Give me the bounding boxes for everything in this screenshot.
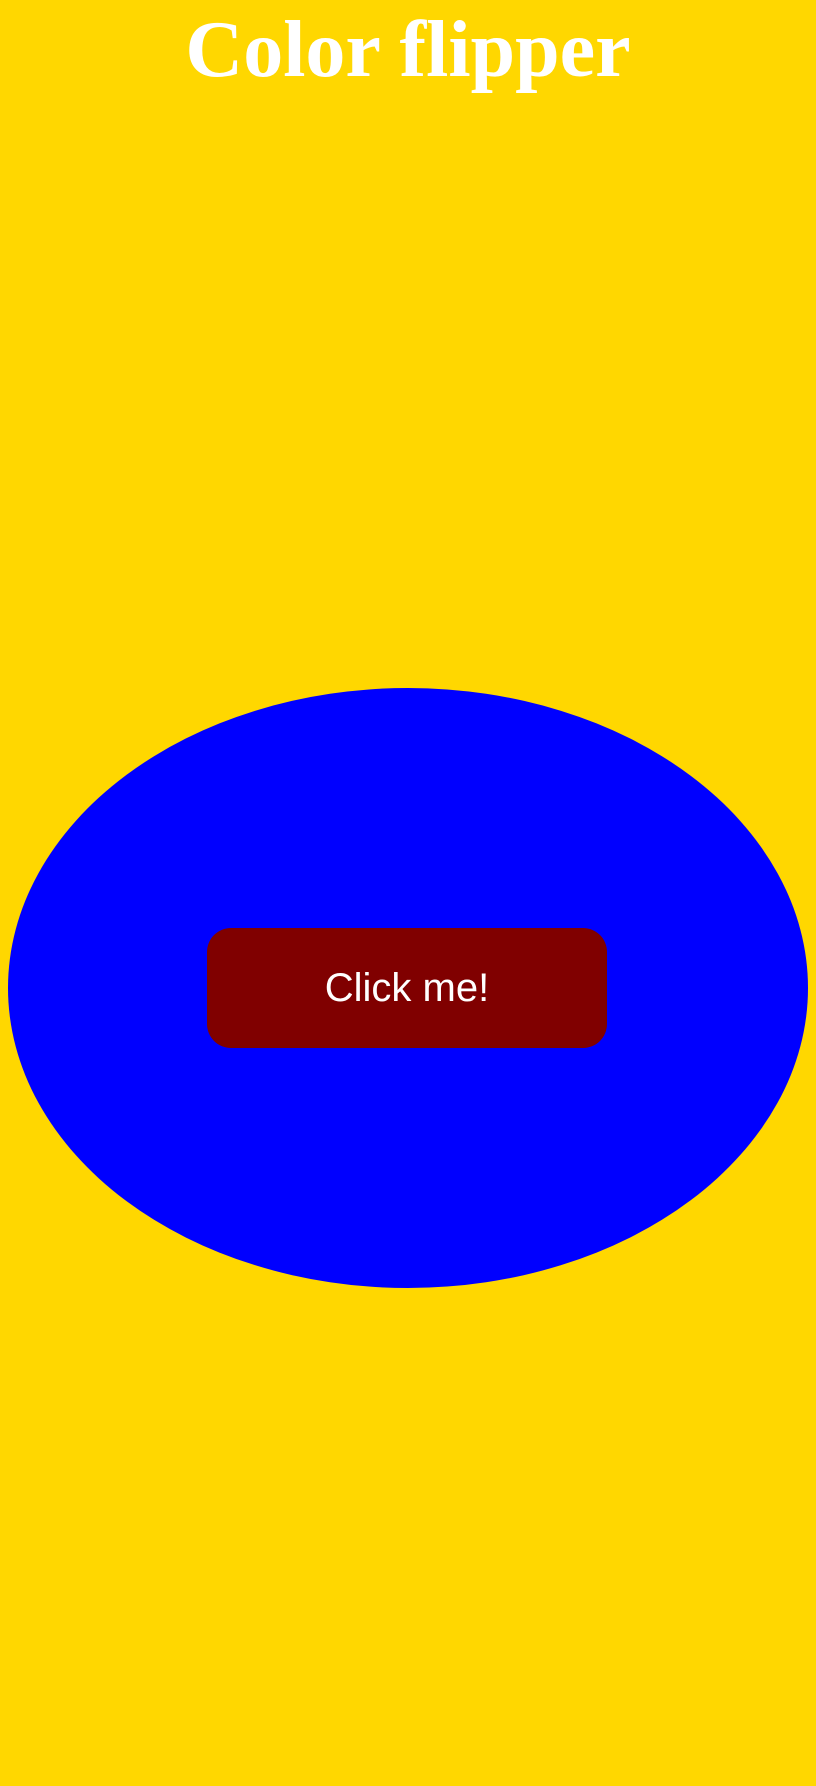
page-title: Color flipper (185, 6, 631, 94)
click-me-button[interactable]: Click me! (207, 928, 607, 1048)
page-background: { "page": { "title": "Color flipper" }, … (0, 0, 816, 1786)
